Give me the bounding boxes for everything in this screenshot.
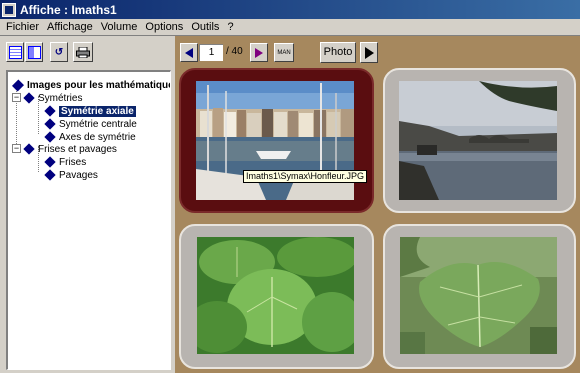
mini-view-icon: MAN xyxy=(277,49,291,56)
app-icon xyxy=(2,2,16,17)
leaf-image xyxy=(400,237,557,354)
menu-volume[interactable]: Volume xyxy=(97,21,142,33)
menu-outils[interactable]: Outils xyxy=(187,21,223,33)
photo-leaves[interactable] xyxy=(197,237,354,354)
print-button[interactable] xyxy=(73,42,93,62)
menu-options[interactable]: Options xyxy=(141,21,187,33)
menu-fichier[interactable]: Fichier xyxy=(2,21,43,33)
view-grid-button[interactable] xyxy=(6,42,24,62)
tree-item-frises[interactable]: Frises xyxy=(44,156,86,168)
photo-leaf[interactable] xyxy=(400,237,557,354)
menu-bar: Fichier Affichage Volume Options Outils … xyxy=(0,19,580,36)
tree-item-axes-de-symetrie[interactable]: Axes de symétrie xyxy=(44,131,136,143)
diamond-icon xyxy=(23,92,35,104)
rotate-icon: ↺ xyxy=(54,46,64,58)
left-toolbar: ↺ xyxy=(0,36,175,66)
grid-icon xyxy=(8,45,22,59)
collapse-frises-icon[interactable]: − xyxy=(12,144,21,153)
photo-river[interactable] xyxy=(399,81,557,200)
arrow-left-icon xyxy=(185,47,193,58)
arrow-right-icon xyxy=(255,47,263,58)
collapse-symetries-icon[interactable]: − xyxy=(12,93,21,102)
tree-item-frises-et-pavages[interactable]: Frises et pavages xyxy=(23,143,117,155)
diamond-icon xyxy=(44,131,56,143)
diamond-icon xyxy=(44,105,56,117)
diamond-icon xyxy=(44,156,56,168)
diamond-icon xyxy=(44,169,56,181)
split-view-icon xyxy=(27,45,41,59)
leaves-image xyxy=(197,237,354,354)
photo-button[interactable]: Photo xyxy=(320,42,356,63)
page-number-field[interactable]: 1 xyxy=(199,44,223,61)
page-total: / 40 xyxy=(226,46,243,57)
tree-item-symetrie-centrale[interactable]: Symétrie centrale xyxy=(44,118,137,130)
title-bar: Affiche : Imaths1 xyxy=(0,0,580,19)
menu-help[interactable]: ? xyxy=(223,21,237,33)
next-page-button[interactable] xyxy=(250,43,268,62)
printer-icon xyxy=(76,46,90,58)
diamond-icon xyxy=(23,143,35,155)
rotate-button[interactable]: ↺ xyxy=(50,42,68,62)
previous-page-button[interactable] xyxy=(180,43,198,62)
tree-root[interactable]: Images pour les mathématiques xyxy=(11,78,170,92)
left-panel: ↺ Images pour les mathématiques − Symétr… xyxy=(0,36,175,373)
category-tree[interactable]: Images pour les mathématiques − Symétrie… xyxy=(6,70,171,370)
window-title: Affiche : Imaths1 xyxy=(20,2,117,17)
diamond-icon xyxy=(11,78,25,92)
file-path-tooltip: Imaths1\Symax\Honfleur.JPG xyxy=(243,170,368,183)
play-button[interactable] xyxy=(360,42,378,63)
river-image xyxy=(399,81,557,200)
tree-item-pavages[interactable]: Pavages xyxy=(44,169,98,181)
mini-view-button[interactable]: MAN xyxy=(274,43,294,62)
view-split-button[interactable] xyxy=(25,42,43,62)
tree-item-symetrie-axiale[interactable]: Symétrie axiale xyxy=(44,105,136,117)
menu-affichage[interactable]: Affichage xyxy=(43,21,97,33)
diamond-icon xyxy=(44,118,56,130)
play-icon xyxy=(364,46,374,59)
tree-item-symetries[interactable]: Symétries xyxy=(23,92,82,104)
